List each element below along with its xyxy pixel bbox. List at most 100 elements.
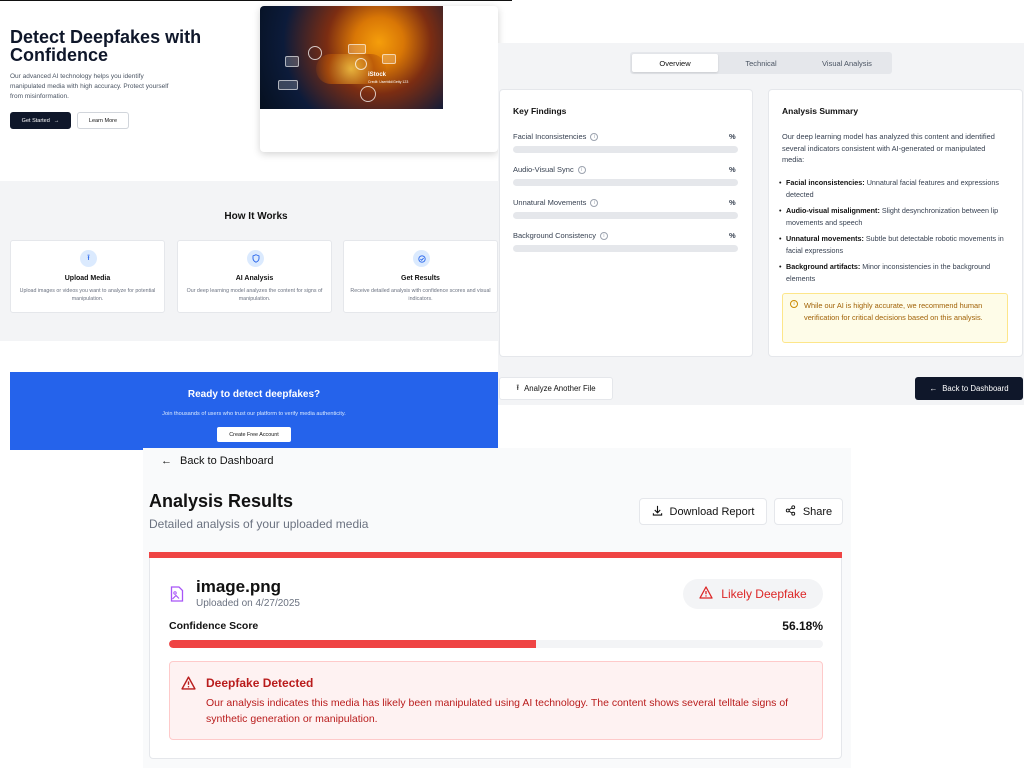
finding-label: Facial Inconsistencies [513,132,587,141]
download-report-label: Download Report [669,505,755,518]
info-icon[interactable]: i [577,165,586,174]
get-started-button[interactable]: Get Started → [10,112,71,129]
upload-icon: ⭱ [516,383,520,392]
step-card-upload: ⭱ Upload Media Upload images or videos y… [10,240,165,313]
finding-value: % [729,231,736,240]
back-to-dashboard-link[interactable]: ← Back to Dashboard [161,455,274,467]
finding-label: Background Consistency [513,231,596,240]
analyze-another-label: Analyze Another File [524,384,596,393]
arrow-left-icon: ← [161,455,172,467]
step-card-analysis: AI Analysis Our deep learning model anal… [177,240,332,313]
finding-bar [513,179,738,186]
hero-image-tile-c [382,54,396,64]
info-icon[interactable]: i [590,198,599,207]
info-icon: i [790,300,798,308]
verification-note-text: While our AI is highly accurate, we reco… [804,301,983,322]
back-to-dashboard-button[interactable]: ← Back to Dashboard [915,377,1023,400]
arrow-right-icon: → [53,117,60,124]
hero-image-circle-a [308,46,322,60]
hero-image: iStock Credit: Userbild/Getty 123 [260,6,443,109]
step-card-results: Get Results Receive detailed analysis wi… [343,240,498,313]
learn-more-button[interactable]: Learn More [77,112,129,129]
hero-image-tile-a [285,56,299,67]
summary-item: Audio-visual misalignment: Slight desync… [779,205,1004,228]
confidence-bar-fill [169,640,537,648]
page-subtitle: Detailed analysis of your uploaded media [149,517,369,531]
finding-value: % [729,132,736,141]
finding-background: Background Consistency i [513,231,608,240]
key-findings-card [499,89,753,357]
confidence-label: Confidence Score [169,620,259,632]
key-findings-title: Key Findings [513,106,567,116]
finding-movements: Unnatural Movements i [513,198,599,207]
tab-technical[interactable]: Technical [718,54,804,72]
hero-image-card: iStock Credit: Userbild/Getty 123 [260,6,498,152]
summary-item-bold: Unnatural movements: [786,234,864,243]
finding-label: Unnatural Movements [513,198,587,207]
download-report-button[interactable]: Download Report [639,498,767,525]
page-title: Analysis Results [149,491,294,511]
analyze-another-button[interactable]: ⭱ Analyze Another File [499,377,613,400]
back-link-label: Back to Dashboard [180,455,274,467]
summary-item: Facial inconsistencies: Unnatural facial… [779,177,1004,200]
verdict-badge: Likely Deepfake [683,579,823,609]
hero-image-tile-b [348,44,366,54]
finding-value: % [729,198,736,207]
warning-icon [181,676,196,695]
finding-bar [513,146,738,153]
cta-description: Join thousands of users who trust our pl… [162,411,346,417]
step-title: Get Results [401,275,440,282]
create-account-button[interactable]: Create Free Account [217,427,291,442]
image-credit: Credit: Userbild/Getty 123 [368,80,409,84]
finding-label: Audio-Visual Sync [513,165,574,174]
image-watermark: iStock Credit: Userbild/Getty 123 [368,72,408,86]
finding-facial: Facial Inconsistencies i [513,132,599,141]
info-icon[interactable]: i [599,231,608,240]
finding-value: % [729,165,736,174]
upload-icon: ⭱ [80,250,97,267]
step-description: Our deep learning model analyzes the con… [186,288,323,302]
alert-text: Our analysis indicates this media has li… [206,697,789,725]
learn-more-label: Learn More [88,117,118,124]
create-account-label: Create Free Account [229,431,279,438]
step-title: AI Analysis [235,275,274,282]
shield-icon [247,250,264,267]
top-divider [0,0,512,1]
summary-intro: Our deep learning model has analyzed thi… [782,132,995,164]
confidence-bar [169,640,823,648]
tab-visual-analysis[interactable]: Visual Analysis [804,54,890,72]
summary-item-bold: Background artifacts: [786,262,861,271]
image-file-icon [170,586,184,602]
hero-image-circle-c [360,86,376,102]
step-description: Upload images or videos you want to anal… [19,288,156,302]
upload-date: Uploaded on 4/27/2025 [196,598,300,609]
confidence-value: 56.18% [782,619,823,633]
share-label: Share [802,505,833,518]
tab-overview[interactable]: Overview [632,54,718,72]
finding-bar [513,245,738,252]
share-icon [785,504,796,519]
download-icon [652,505,663,519]
finding-audio: Audio-Visual Sync i [513,165,586,174]
hero-image-circle-b [355,58,367,70]
summary-item-bold: Audio-visual misalignment: [786,206,880,215]
hero-title: Detect Deepfakes with Confidence [10,27,202,65]
share-button[interactable]: Share [774,498,843,525]
hero-description: Our advanced AI technology helps you ide… [10,73,169,100]
alert-title: Deepfake Detected [206,676,314,690]
summary-item-bold: Facial inconsistencies: [786,178,865,187]
how-it-works-title: How It Works [224,211,288,222]
back-to-dashboard-label: Back to Dashboard [942,384,1009,393]
image-watermark-label: iStock [368,72,387,78]
hero-image-tile-d [278,80,298,90]
result-status-bar [149,552,842,558]
analysis-summary-title: Analysis Summary [782,106,859,116]
finding-bar [513,212,738,219]
verdict-label: Likely Deepfake [721,587,807,601]
cta-title: Ready to detect deepfakes? [187,389,321,400]
summary-item: Background artifacts: Minor inconsistenc… [779,261,1004,284]
check-circle-icon [413,250,430,267]
summary-item: Unnatural movements: Subtle but detectab… [779,233,1004,256]
warning-icon [699,586,713,602]
info-icon[interactable]: i [590,132,599,141]
